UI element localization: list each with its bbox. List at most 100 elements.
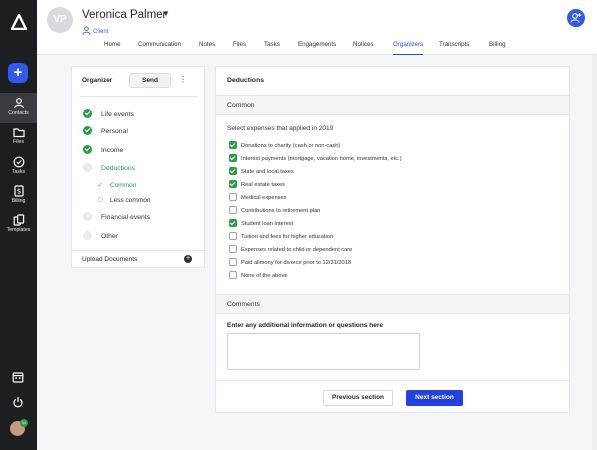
option-label: Interest payments (mortgage, vacation ho…: [241, 156, 402, 162]
tab-files[interactable]: Files: [233, 41, 246, 55]
tab-communication[interactable]: Communication: [138, 41, 181, 55]
next-section-button[interactable]: Next section: [406, 390, 463, 406]
option-label: None of the above: [241, 273, 288, 279]
sidebar-item-templates[interactable]: Templates: [0, 210, 37, 240]
checkbox-option[interactable]: Expenses related to child or dependent c…: [229, 245, 352, 255]
client-type: Client: [82, 26, 108, 35]
step-circle-icon: [83, 212, 92, 221]
tab-home[interactable]: Home: [104, 41, 121, 55]
client-header: VP Veronica Palmer ▼ Client Home Communi…: [37, 0, 597, 55]
calendar-icon[interactable]: [12, 371, 24, 383]
checkbox-unchecked-icon[interactable]: [229, 206, 237, 214]
client-type-label: Client: [93, 29, 109, 35]
deductions-form: Deductions Common Select expenses that a…: [215, 66, 570, 413]
substep-less-common[interactable]: Less common: [96, 197, 150, 204]
checkbox-unchecked-icon[interactable]: [229, 232, 237, 240]
checkbox-option[interactable]: Contributions to retirement plan: [229, 206, 320, 216]
sidebar-item-files[interactable]: Files: [0, 122, 37, 152]
sidebar-item-label: Files: [13, 139, 24, 145]
option-label: Real estate taxes: [241, 182, 285, 188]
circle-icon: [97, 197, 103, 202]
checkbox-unchecked-icon[interactable]: [229, 271, 237, 279]
step-label: Other: [101, 233, 118, 240]
step-label: Life events: [101, 111, 134, 118]
sidebar-item-tasks[interactable]: Tasks: [0, 152, 37, 182]
step-deductions[interactable]: Deductions: [83, 163, 135, 172]
section-header: Common: [216, 95, 569, 115]
substep-common[interactable]: ✓ Common: [96, 181, 136, 189]
tab-tasks[interactable]: Tasks: [264, 41, 280, 55]
upload-documents-row[interactable]: Upload Documents +: [72, 250, 206, 269]
step-life-events[interactable]: Life events: [83, 109, 134, 118]
form-title: Deductions: [227, 77, 265, 84]
step-label: Income: [101, 147, 124, 154]
step-income[interactable]: Income: [83, 145, 123, 154]
tab-organizers[interactable]: Organizers: [393, 41, 424, 55]
substep-label: Common: [110, 182, 137, 189]
upload-documents-label: Upload Documents: [82, 256, 138, 263]
option-label: Expenses related to child or dependent c…: [241, 247, 353, 253]
step-circle-icon: [83, 163, 92, 172]
add-contact-button[interactable]: [567, 9, 585, 27]
comments-textarea[interactable]: [227, 333, 420, 370]
app-logo-icon[interactable]: [11, 14, 27, 30]
client-name: Veronica Palmer: [82, 9, 167, 21]
question-prompt: Select expenses that applied in 2019: [227, 125, 334, 132]
sidebar-item-label: Tasks: [11, 169, 26, 175]
step-financial-events[interactable]: Financial events: [83, 212, 150, 221]
checkbox-unchecked-icon[interactable]: [229, 245, 237, 253]
checkbox-checked-icon[interactable]: [229, 154, 237, 162]
checkbox-option[interactable]: State and local taxes: [229, 167, 294, 177]
comments-section-title: Comments: [227, 301, 260, 308]
checkbox-unchecked-icon[interactable]: [229, 193, 237, 201]
add-circle-icon[interactable]: +: [184, 255, 192, 263]
completed-check-icon: [83, 126, 92, 135]
step-label: Personal: [101, 128, 128, 135]
dollar-icon: $: [13, 185, 24, 197]
step-other[interactable]: Other: [83, 231, 118, 240]
checkbox-unchecked-icon[interactable]: [229, 258, 237, 266]
user-avatar[interactable]: M: [10, 419, 28, 436]
option-label: Tuition and fees for higher education: [241, 234, 334, 240]
completed-check-icon: [83, 145, 92, 154]
client-avatar: VP: [47, 7, 73, 33]
checkbox-checked-icon[interactable]: [229, 180, 237, 188]
tab-notes[interactable]: Notes: [199, 41, 215, 55]
organizer-title: Organizer: [82, 77, 113, 84]
send-button[interactable]: Send: [129, 73, 171, 88]
checkbox-option[interactable]: None of the above: [229, 271, 287, 281]
templates-icon: [13, 214, 24, 226]
divider: [80, 96, 197, 97]
tab-billing[interactable]: Billing: [489, 41, 506, 55]
create-new-button[interactable]: +: [8, 63, 28, 83]
option-label: State and local taxes: [241, 169, 294, 175]
checkbox-checked-icon[interactable]: [229, 167, 237, 175]
divider: [216, 380, 569, 381]
checkbox-option[interactable]: Interest payments (mortgage, vacation ho…: [229, 154, 402, 164]
checkbox-checked-icon[interactable]: [229, 141, 237, 149]
checkbox-option[interactable]: Donations to charity (cash or non-cash): [229, 141, 340, 151]
sidebar-item-billing[interactable]: $ Billing: [0, 181, 37, 211]
chevron-down-icon[interactable]: ▼: [162, 9, 170, 18]
check-icon: ✓: [97, 182, 103, 189]
checkbox-option[interactable]: Medical expenses: [229, 193, 287, 203]
scrollbar[interactable]: [592, 55, 597, 450]
checkbox-checked-icon[interactable]: [229, 219, 237, 227]
step-personal[interactable]: Personal: [83, 126, 128, 135]
comments-section-header: Comments: [216, 294, 569, 314]
tab-notices[interactable]: Notices: [353, 41, 374, 55]
checkbox-option[interactable]: Paid alimony for divorce prior to 12/31/…: [229, 258, 351, 268]
step-label: Deductions: [101, 165, 136, 172]
tab-transcripts[interactable]: Transcripts: [439, 41, 469, 55]
checkbox-option[interactable]: Real estate taxes: [229, 180, 285, 190]
previous-section-button[interactable]: Previous section: [323, 390, 393, 406]
more-options-icon[interactable]: ⋮: [179, 75, 187, 84]
checkbox-option[interactable]: Tuition and fees for higher education: [229, 232, 333, 242]
power-icon[interactable]: [12, 396, 24, 408]
tab-engagements[interactable]: Engagements: [298, 41, 336, 55]
step-circle-icon: [83, 231, 92, 240]
sidebar-item-contacts[interactable]: Contacts: [0, 93, 37, 123]
client-tabs: Home Communication Notes Files Tasks Eng…: [37, 41, 597, 55]
checkbox-option[interactable]: Student loan interest: [229, 219, 293, 229]
option-label: Paid alimony for divorce prior to 12/31/…: [241, 260, 352, 266]
